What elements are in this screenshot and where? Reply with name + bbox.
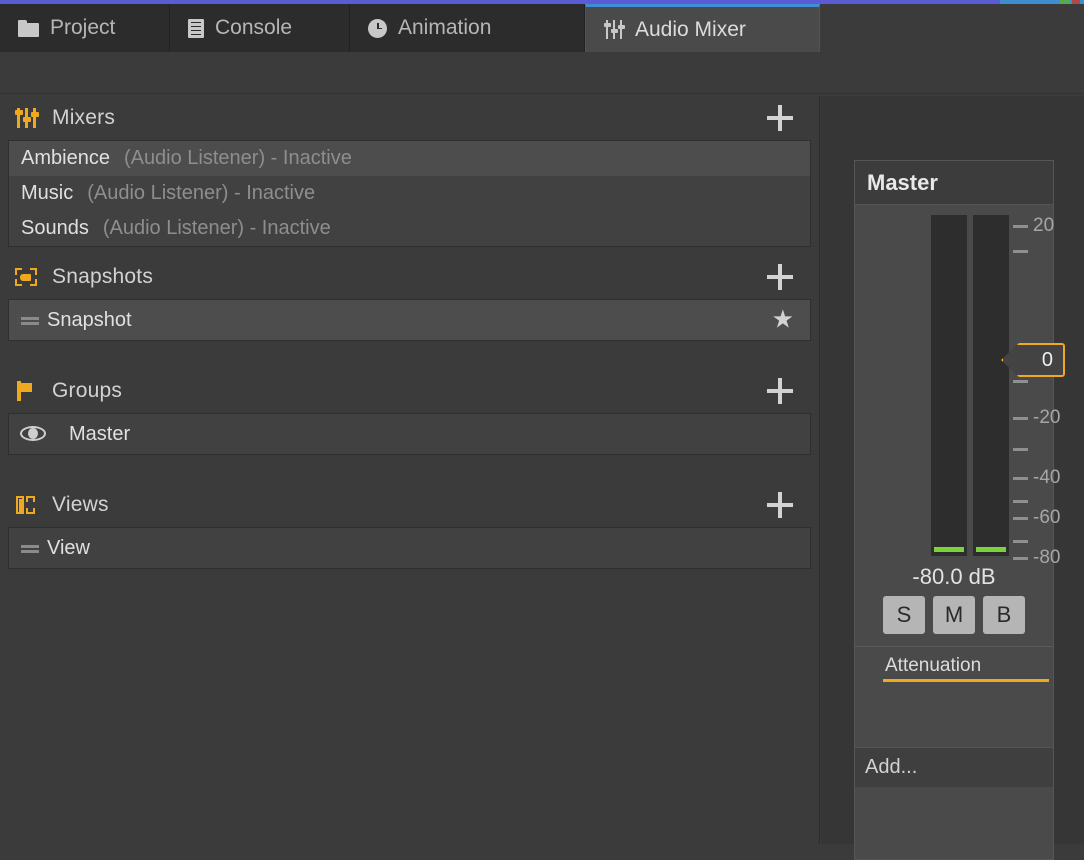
mixer-row-sounds[interactable]: Sounds (Audio Listener) - Inactive [9, 211, 810, 246]
channel-strip-name: Master [867, 170, 938, 196]
scale-tick [1013, 448, 1028, 451]
scale-tick [1013, 250, 1028, 253]
add-group-button[interactable] [767, 378, 793, 404]
scale-tick [1013, 540, 1028, 543]
add-snapshot-button[interactable] [767, 264, 793, 290]
scale-tick [1013, 500, 1028, 503]
groups-list: Master [8, 413, 811, 455]
add-mixer-button[interactable] [767, 105, 793, 131]
section-header-mixers: Mixers [0, 96, 819, 140]
volume-meter-area[interactable]: 20 -20 -40 -60 -80 0 [855, 205, 1053, 556]
scale-label: 20 [1033, 215, 1054, 237]
effect-label: Attenuation [885, 655, 981, 677]
tab-console-label: Console [215, 16, 292, 40]
group-row-master[interactable]: Master [9, 414, 810, 454]
scale-label: -80 [1033, 547, 1060, 569]
channel-strip-master: Master [854, 160, 1054, 860]
mixer-row-ambience[interactable]: Ambience (Audio Listener) - Inactive [9, 141, 810, 176]
mixer-row-music[interactable]: Music (Audio Listener) - Inactive [9, 176, 810, 211]
solo-button[interactable]: S [883, 596, 925, 634]
section-title-snapshots: Snapshots [52, 265, 153, 289]
drag-handle-icon[interactable] [21, 541, 47, 555]
clock-icon [368, 19, 387, 38]
scale-tick [1013, 477, 1028, 480]
scale-tick [1013, 380, 1028, 383]
section-header-views: Views [0, 483, 819, 527]
volume-handle[interactable]: 0 [1001, 343, 1065, 377]
mixer-name: Music [21, 182, 73, 205]
tab-audio-mixer[interactable]: Audio Mixer [585, 4, 820, 52]
scale-label: -40 [1033, 467, 1060, 489]
scale-tick [1013, 225, 1028, 228]
section-title-mixers: Mixers [52, 106, 115, 130]
groups-flag-icon [14, 380, 38, 402]
scale-tick [1013, 517, 1028, 520]
views-icon [14, 494, 38, 516]
tab-animation-label: Animation [398, 16, 491, 40]
mixer-sliders-icon [14, 107, 38, 129]
bypass-button[interactable]: B [983, 596, 1025, 634]
channel-strip-header[interactable]: Master [855, 161, 1053, 205]
star-icon[interactable]: ★ [772, 308, 794, 333]
strip-toggle-buttons: S M B [855, 596, 1053, 646]
tab-audio-mixer-label: Audio Mixer [635, 18, 746, 42]
mixers-list: Ambience (Audio Listener) - Inactive Mus… [8, 140, 811, 247]
db-readout: -80.0 dB [855, 556, 1053, 596]
mixer-sliders-icon [604, 20, 624, 39]
eye-icon[interactable] [19, 425, 47, 443]
tab-animation[interactable]: Animation [350, 4, 585, 52]
mixer-status: (Audio Listener) - Inactive [103, 217, 331, 240]
db-scale: 20 -20 -40 -60 -80 [1013, 215, 1083, 556]
meter-level-left [934, 547, 964, 552]
effect-row-attenuation[interactable]: Attenuation [855, 647, 1053, 685]
mixer-status: (Audio Listener) - Inactive [124, 147, 352, 170]
tab-console[interactable]: Console [170, 4, 350, 52]
meter-channel-left [931, 215, 967, 556]
group-name: Master [69, 423, 130, 446]
effect-empty-slot[interactable] [855, 685, 1053, 747]
mixer-hierarchy-pane: Mixers Ambience (Audio Listener) - Inact… [0, 96, 820, 844]
snapshot-row[interactable]: Snapshot ★ [9, 300, 810, 340]
channel-strip-pane: Master [821, 96, 1084, 844]
snapshots-list: Snapshot ★ [8, 299, 811, 341]
tab-bar: Project Console Animation Audio Mixer [0, 4, 1084, 52]
section-title-groups: Groups [52, 379, 122, 403]
volume-handle-value: 0 [1001, 343, 1065, 377]
scale-label: -20 [1033, 407, 1060, 429]
section-title-views: Views [52, 493, 109, 517]
snapshot-icon [14, 266, 38, 288]
section-header-snapshots: Snapshots [0, 255, 819, 299]
meter-channel-right [973, 215, 1009, 556]
effects-list: Attenuation [855, 646, 1053, 747]
mixer-name: Ambience [21, 147, 110, 170]
scale-label: -60 [1033, 507, 1060, 529]
snapshot-name: Snapshot [47, 309, 132, 332]
effect-highlight-underline [883, 679, 1049, 682]
tab-project-label: Project [50, 16, 115, 40]
views-list: View [8, 527, 811, 569]
section-header-groups: Groups [0, 369, 819, 413]
mixer-name: Sounds [21, 217, 89, 240]
view-row[interactable]: View [9, 528, 810, 568]
mixer-status: (Audio Listener) - Inactive [87, 182, 315, 205]
view-name: View [47, 537, 90, 560]
add-effect-button[interactable]: Add... [855, 747, 1053, 787]
tab-project[interactable]: Project [0, 4, 170, 52]
scale-tick [1013, 557, 1028, 560]
scale-tick [1013, 417, 1028, 420]
folder-icon [18, 20, 39, 37]
add-view-button[interactable] [767, 492, 793, 518]
console-icon [188, 19, 204, 38]
mute-button[interactable]: M [933, 596, 975, 634]
drag-handle-icon[interactable] [21, 313, 47, 327]
audio-mixer-workspace: Mixers Ambience (Audio Listener) - Inact… [0, 52, 1084, 844]
mixer-toolbar [0, 52, 1084, 94]
meter-level-right [976, 547, 1006, 552]
